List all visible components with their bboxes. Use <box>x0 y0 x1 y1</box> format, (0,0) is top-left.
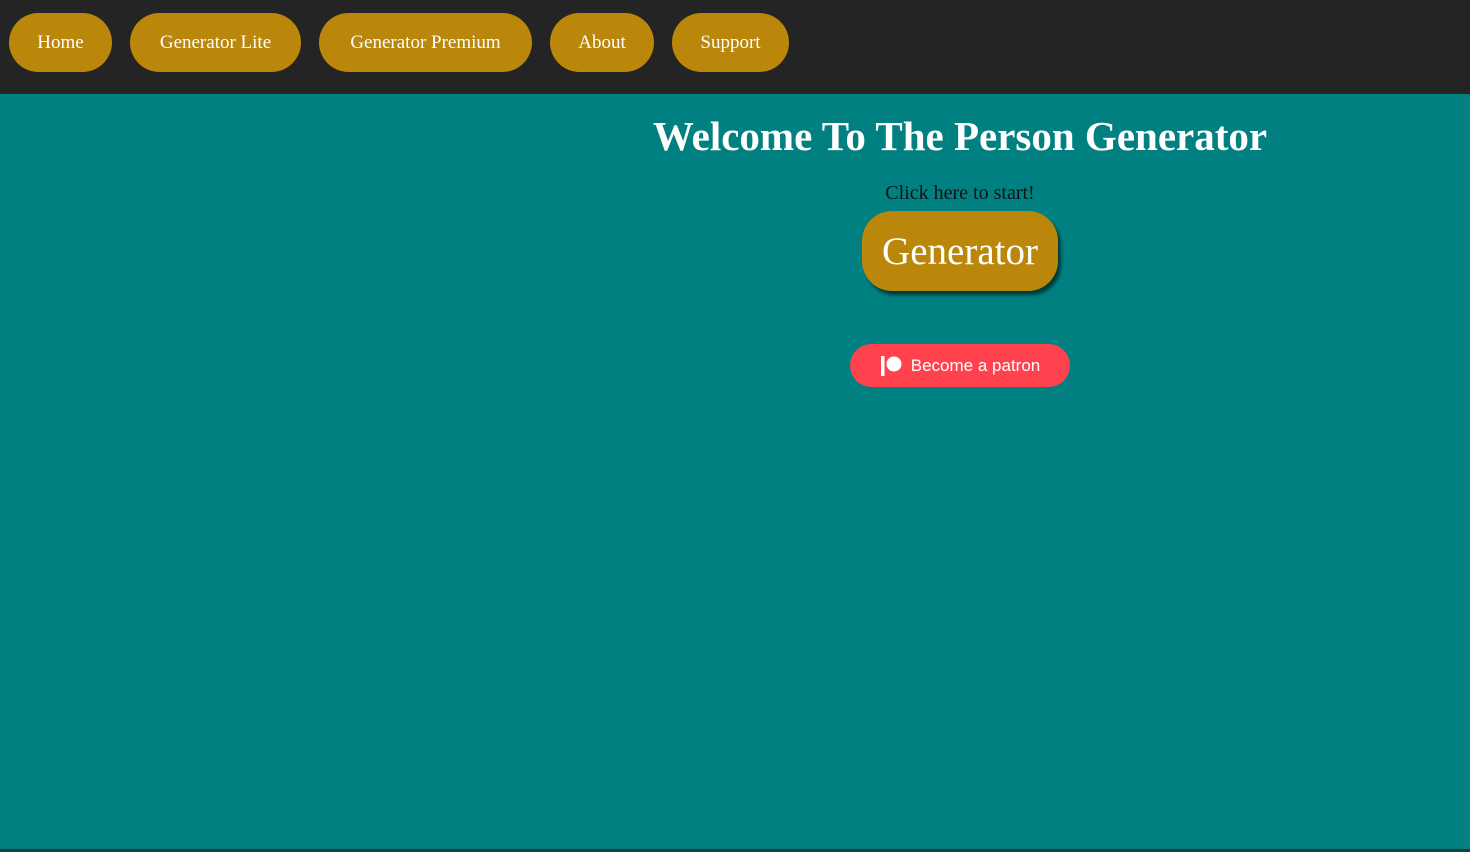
nav-about-button[interactable]: About <box>550 13 654 72</box>
become-patron-label: Become a patron <box>910 355 1041 375</box>
nav-generator-lite-button[interactable]: Generator Lite <box>130 13 301 72</box>
page-title: Welcome To The Person Generator <box>652 113 1268 159</box>
patreon-icon <box>880 355 902 376</box>
top-navigation-bar: Home Generator Lite Generator Premium Ab… <box>0 0 1470 94</box>
nav-support-button[interactable]: Support <box>672 13 789 72</box>
nav-home-button[interactable]: Home <box>9 13 112 72</box>
become-patron-button[interactable]: Become a patron <box>850 344 1070 387</box>
generator-button[interactable]: Generator <box>862 211 1058 291</box>
nav-generator-premium-button[interactable]: Generator Premium <box>319 13 532 72</box>
start-instruction-text: Click here to start! <box>885 182 1035 204</box>
